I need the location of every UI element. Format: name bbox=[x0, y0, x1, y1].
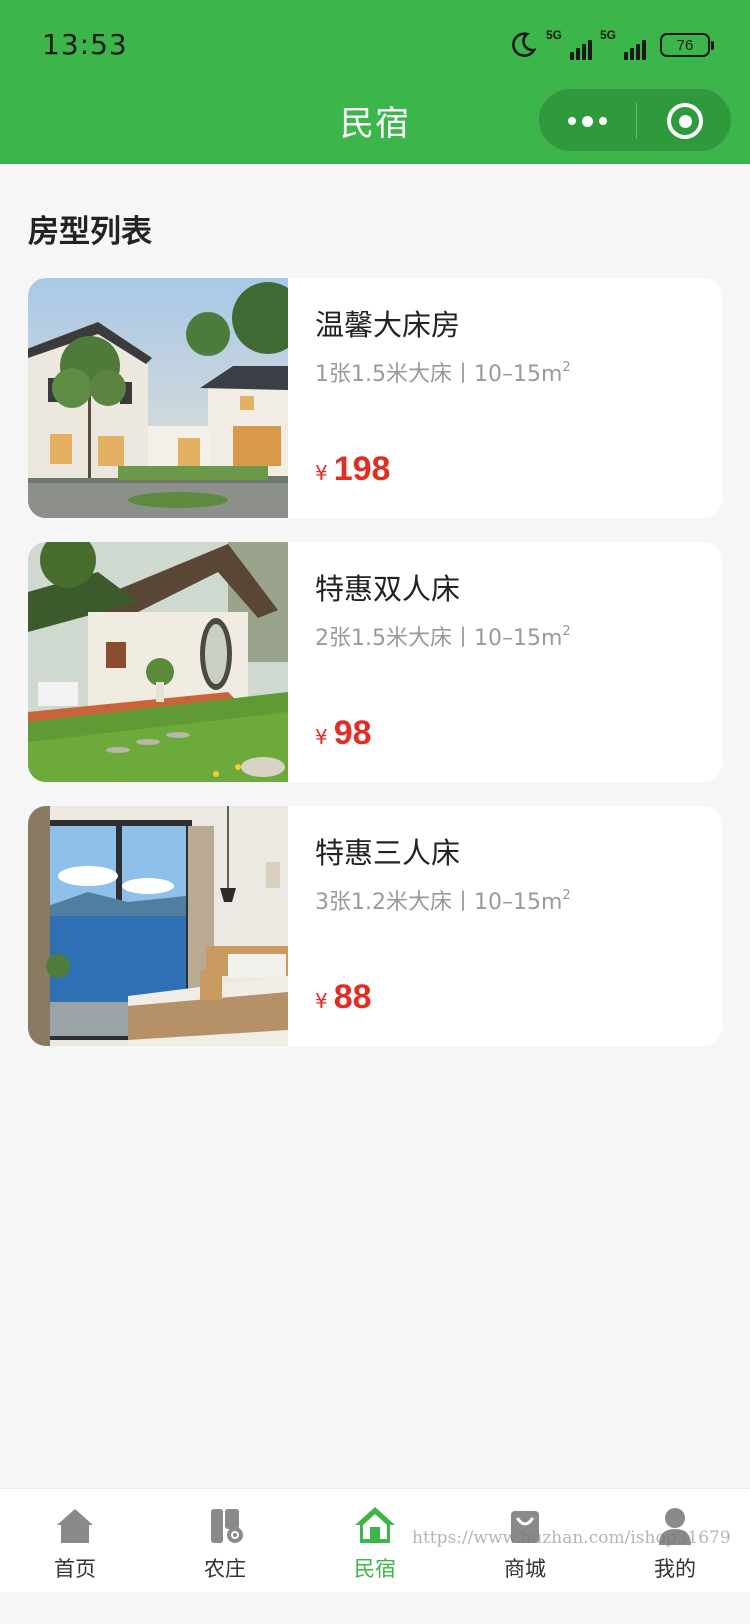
tab-label: 首页 bbox=[54, 1557, 96, 1581]
tab-label: 农庄 bbox=[204, 1557, 246, 1581]
status-time: 13:53 bbox=[42, 28, 128, 61]
room-photo-cottage bbox=[28, 542, 288, 782]
homestay-icon bbox=[355, 1507, 395, 1543]
price-value: 198 bbox=[333, 450, 391, 488]
close-mini-program-button[interactable] bbox=[637, 89, 733, 153]
room-card[interactable]: 温馨大床房 1张1.5米大床丨10–15m2 ¥ 198 bbox=[28, 278, 722, 518]
tab-farm[interactable]: 农庄 bbox=[150, 1489, 300, 1593]
mini-program-capsule bbox=[538, 88, 732, 152]
room-name: 特惠双人床 bbox=[315, 572, 461, 606]
room-price: ¥ 98 bbox=[315, 714, 372, 753]
more-button[interactable] bbox=[539, 89, 636, 153]
tab-home[interactable]: 首页 bbox=[0, 1489, 150, 1593]
room-photo-villa bbox=[28, 278, 288, 518]
room-desc: 1张1.5米大床丨10–15m2 bbox=[315, 360, 571, 387]
target-icon bbox=[667, 103, 703, 139]
price-value: 98 bbox=[333, 714, 372, 752]
farm-icon bbox=[211, 1509, 243, 1543]
tab-label: 商城 bbox=[504, 1557, 546, 1581]
room-desc: 2张1.5米大床丨10–15m2 bbox=[315, 624, 571, 651]
status-icons: 5G 5G 76 bbox=[508, 28, 714, 62]
tab-label: 我的 bbox=[654, 1557, 696, 1581]
section-title: 房型列表 bbox=[28, 214, 152, 250]
tab-label: 民宿 bbox=[354, 1557, 396, 1581]
room-name: 温馨大床房 bbox=[315, 308, 461, 342]
currency-symbol: ¥ bbox=[315, 461, 328, 485]
currency-symbol: ¥ bbox=[315, 989, 328, 1013]
room-price: ¥ 198 bbox=[315, 450, 390, 489]
moon-icon bbox=[512, 32, 537, 57]
home-icon bbox=[57, 1509, 93, 1543]
room-desc: 3张1.2米大床丨10–15m2 bbox=[315, 888, 571, 915]
battery-icon: 76 bbox=[660, 33, 714, 57]
room-photo-seaview-bedroom bbox=[28, 806, 288, 1046]
room-card[interactable]: 特惠双人床 2张1.5米大床丨10–15m2 ¥ 98 bbox=[28, 542, 722, 782]
room-card[interactable]: 特惠三人床 3张1.2米大床丨10–15m2 ¥ 88 bbox=[28, 806, 722, 1046]
signal-icon-2: 5G bbox=[600, 28, 646, 60]
room-price: ¥ 88 bbox=[315, 978, 372, 1017]
bottom-safe-area bbox=[0, 1592, 750, 1624]
currency-symbol: ¥ bbox=[315, 725, 328, 749]
price-value: 88 bbox=[333, 978, 372, 1016]
watermark-text: https://www.huzhan.com/ishop31679 bbox=[412, 1528, 731, 1548]
room-name: 特惠三人床 bbox=[315, 836, 461, 870]
signal-icon: 5G bbox=[546, 28, 592, 60]
top-nav-bar: 13:53 5G 5G 76 民宿 bbox=[0, 0, 750, 164]
more-dots-icon bbox=[568, 117, 576, 125]
